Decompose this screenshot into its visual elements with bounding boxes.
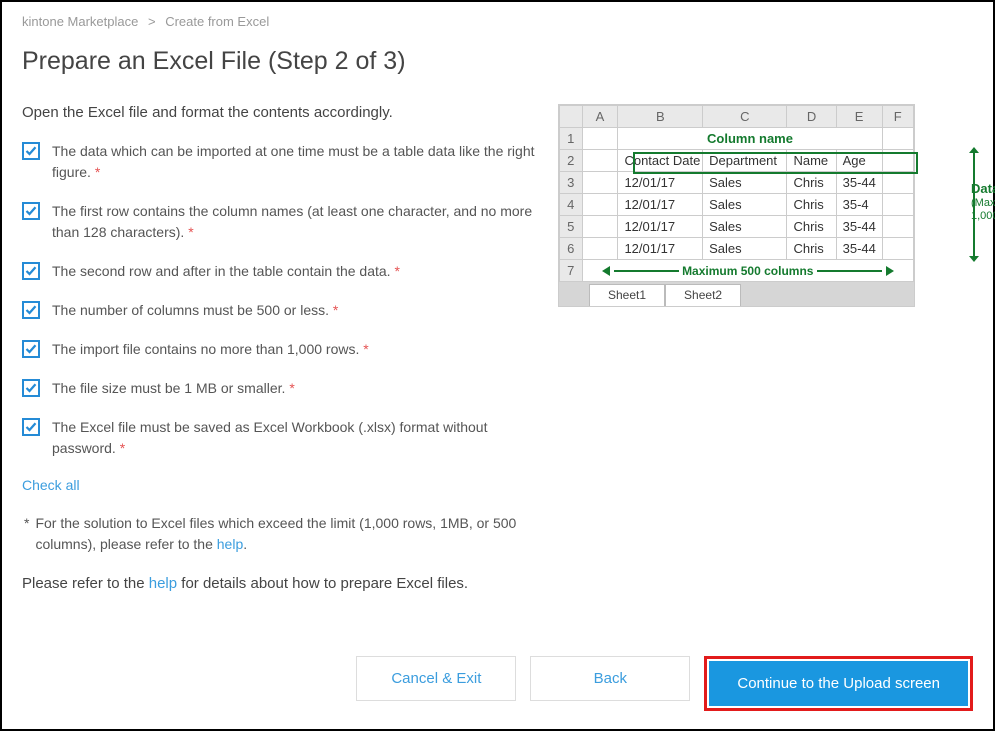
check-row-4: The number of columns must be 500 or les…	[22, 300, 540, 321]
corner-cell	[560, 106, 583, 128]
col-header-f: F	[882, 106, 913, 128]
note-after: .	[243, 536, 247, 552]
instructions-column: Open the Excel file and format the conte…	[22, 104, 540, 592]
data-cell: Sales	[703, 194, 787, 216]
row-header-2: 2	[560, 150, 583, 172]
checkbox-1[interactable]	[22, 142, 40, 160]
cancel-exit-button[interactable]: Cancel & Exit	[356, 656, 516, 701]
row-header-1: 1	[560, 128, 583, 150]
breadcrumb-item-marketplace[interactable]: kintone Marketplace	[22, 14, 138, 29]
check-text-2: The first row contains the column names …	[52, 201, 540, 243]
checkmark-icon	[25, 205, 37, 217]
data-cell: 12/01/17	[618, 194, 703, 216]
page-title: Prepare an Excel File (Step 2 of 3)	[22, 47, 973, 76]
data-rows-annotation: Data (Maximum 1,000 rows)	[971, 152, 995, 222]
check-row-7: The Excel file must be saved as Excel Wo…	[22, 417, 540, 459]
max-columns-annotation: Maximum 500 columns	[582, 260, 913, 282]
vertical-arrow-icon	[973, 152, 975, 257]
breadcrumb-item-create-from-excel: Create from Excel	[165, 14, 269, 29]
check-text-6: The file size must be 1 MB or smaller. *	[52, 378, 295, 399]
checkbox-2[interactable]	[22, 202, 40, 220]
checkmark-icon	[25, 421, 37, 433]
column-name-annotation: Column name	[618, 128, 882, 150]
note-asterisk: *	[24, 513, 29, 555]
checkbox-3[interactable]	[22, 262, 40, 280]
breadcrumb: kintone Marketplace > Create from Excel	[22, 14, 973, 29]
sheet-tab-1[interactable]: Sheet1	[589, 284, 665, 306]
check-text-3: The second row and after in the table co…	[52, 261, 400, 282]
help-link-note[interactable]: help	[217, 536, 243, 552]
row-header-3: 3	[560, 172, 583, 194]
check-text-1: The data which can be imported at one ti…	[52, 141, 540, 183]
data-cell: Chris	[787, 238, 836, 260]
checklist: The data which can be imported at one ti…	[22, 141, 540, 459]
col-header-d: D	[787, 106, 836, 128]
note-text: For the solution to Excel files which ex…	[35, 515, 516, 552]
checkbox-7[interactable]	[22, 418, 40, 436]
continue-button[interactable]: Continue to the Upload screen	[709, 661, 968, 706]
instruction-text: Open the Excel file and format the conte…	[22, 104, 540, 121]
col-header-e: E	[836, 106, 882, 128]
data-cell: Chris	[787, 194, 836, 216]
back-button[interactable]: Back	[530, 656, 690, 701]
row-header-4: 4	[560, 194, 583, 216]
limit-note: * For the solution to Excel files which …	[22, 513, 540, 555]
check-row-3: The second row and after in the table co…	[22, 261, 540, 282]
check-row-2: The first row contains the column names …	[22, 201, 540, 243]
continue-button-highlight: Continue to the Upload screen	[704, 656, 973, 711]
check-text-5: The import file contains no more than 1,…	[52, 339, 369, 360]
footer-buttons: Cancel & Exit Back Continue to the Uploa…	[22, 656, 973, 711]
example-spreadsheet: A B C D E F 1 Column name 2	[558, 104, 973, 307]
data-cell: 35-44	[836, 216, 882, 238]
data-cell: Chris	[787, 216, 836, 238]
check-all-link[interactable]: Check all	[22, 477, 80, 493]
data-cell: Sales	[703, 238, 787, 260]
col-header-c: C	[703, 106, 787, 128]
data-cell: Sales	[703, 216, 787, 238]
row-header-7: 7	[560, 260, 583, 282]
header-cell-d: Name	[787, 150, 836, 172]
row-header-5: 5	[560, 216, 583, 238]
data-cell: Chris	[787, 172, 836, 194]
checkmark-icon	[25, 382, 37, 394]
checkmark-icon	[25, 304, 37, 316]
sheet-tabs: Sheet1 Sheet2	[559, 282, 914, 306]
col-header-b: B	[618, 106, 703, 128]
arrow-left-icon	[602, 266, 610, 276]
check-row-6: The file size must be 1 MB or smaller. *	[22, 378, 540, 399]
data-cell: 35-44	[836, 238, 882, 260]
hint-after: for details about how to prepare Excel f…	[177, 575, 468, 592]
breadcrumb-separator: >	[148, 14, 156, 29]
help-link-hint[interactable]: help	[149, 575, 177, 592]
check-row-1: The data which can be imported at one ti…	[22, 141, 540, 183]
sheet-tab-2[interactable]: Sheet2	[665, 284, 741, 306]
checkmark-icon	[25, 145, 37, 157]
checkbox-4[interactable]	[22, 301, 40, 319]
header-cell-b: Contact Date	[618, 150, 703, 172]
checkbox-6[interactable]	[22, 379, 40, 397]
hint-before: Please refer to the	[22, 575, 149, 592]
data-cell: Sales	[703, 172, 787, 194]
arrow-right-icon	[886, 266, 894, 276]
data-cell: 12/01/17	[618, 238, 703, 260]
checkbox-5[interactable]	[22, 340, 40, 358]
check-text-7: The Excel file must be saved as Excel Wo…	[52, 417, 540, 459]
data-cell: 35-44	[836, 172, 882, 194]
checkmark-icon	[25, 343, 37, 355]
row-header-6: 6	[560, 238, 583, 260]
data-cell: 12/01/17	[618, 216, 703, 238]
header-cell-e: Age	[836, 150, 882, 172]
hint-line: Please refer to the help for details abo…	[22, 575, 540, 592]
header-cell-c: Department	[703, 150, 787, 172]
check-text-4: The number of columns must be 500 or les…	[52, 300, 338, 321]
check-row-5: The import file contains no more than 1,…	[22, 339, 540, 360]
data-cell: 35-4	[836, 194, 882, 216]
col-header-a: A	[582, 106, 618, 128]
data-cell: 12/01/17	[618, 172, 703, 194]
checkmark-icon	[25, 265, 37, 277]
